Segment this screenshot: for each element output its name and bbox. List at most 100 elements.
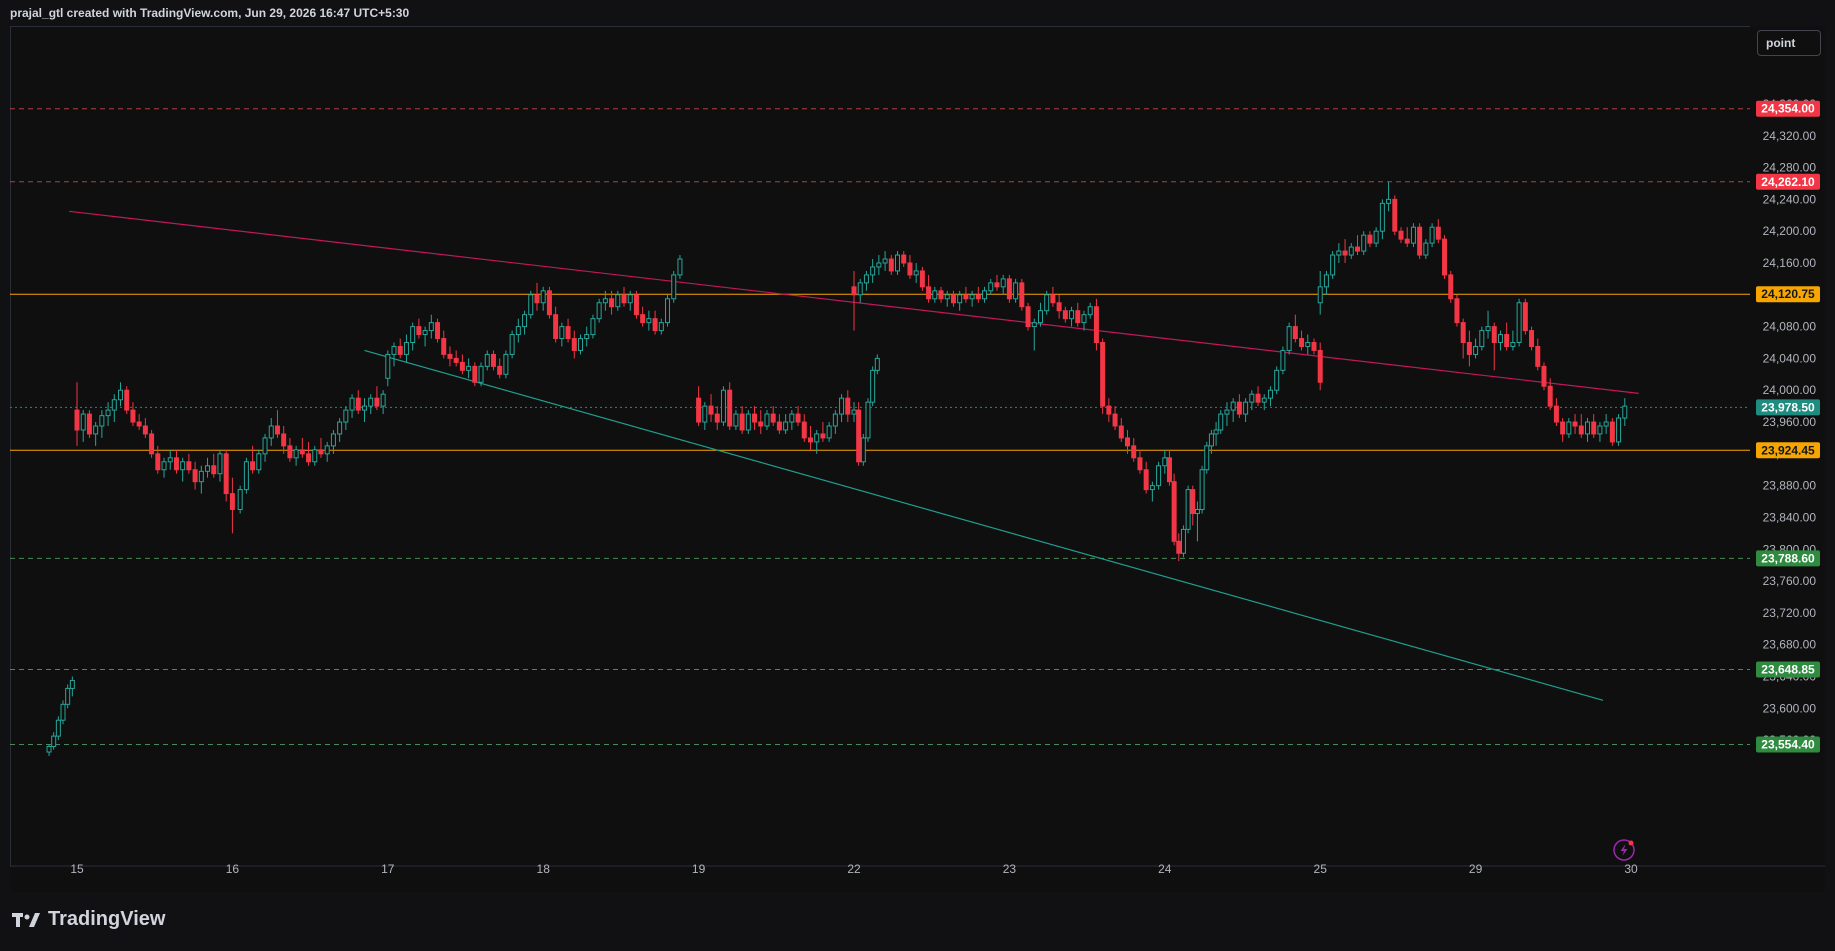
candle-body bbox=[1156, 465, 1162, 487]
candle bbox=[1504, 322, 1510, 351]
candle-body bbox=[217, 453, 223, 475]
candle bbox=[851, 402, 857, 423]
candle bbox=[1479, 326, 1485, 351]
candle-body bbox=[1466, 342, 1472, 355]
candle bbox=[1622, 398, 1628, 426]
candle-body bbox=[1025, 306, 1031, 328]
lightning-icon[interactable] bbox=[1613, 839, 1635, 861]
candle bbox=[484, 350, 490, 371]
candle-body bbox=[1448, 274, 1454, 300]
candle-body bbox=[1112, 413, 1118, 427]
time-axis[interactable]: 15 16 17 18 19 22 23 24 25 29 30 bbox=[10, 862, 1825, 892]
price-tick-label: 23,680.00 bbox=[1763, 638, 1817, 652]
candle-body bbox=[758, 421, 764, 427]
candle bbox=[1118, 418, 1124, 442]
candle bbox=[1609, 418, 1615, 446]
candle-body bbox=[863, 274, 869, 284]
candle bbox=[807, 426, 813, 450]
scale-mode-button[interactable]: point bbox=[1757, 30, 1821, 56]
candle-body bbox=[130, 409, 136, 423]
candle bbox=[1199, 465, 1205, 514]
candle-body bbox=[1460, 322, 1466, 344]
candle bbox=[1448, 270, 1454, 303]
candle-body bbox=[540, 290, 546, 304]
candle-body bbox=[882, 258, 888, 264]
candle-body bbox=[1591, 421, 1597, 435]
candle-body bbox=[950, 294, 956, 304]
candle bbox=[1404, 227, 1410, 248]
candle-body bbox=[1118, 425, 1124, 439]
candle bbox=[368, 394, 374, 415]
candle-body bbox=[577, 338, 583, 351]
candle bbox=[243, 457, 249, 494]
time-tick-label: 25 bbox=[1314, 862, 1328, 876]
candle bbox=[136, 414, 142, 430]
candle bbox=[988, 278, 994, 295]
candle bbox=[856, 402, 862, 466]
candle-body bbox=[895, 254, 901, 272]
candle bbox=[509, 330, 515, 359]
candle-body bbox=[1180, 528, 1186, 554]
candle-body bbox=[615, 294, 621, 308]
candle bbox=[926, 274, 932, 303]
candle-body bbox=[74, 409, 80, 431]
candle bbox=[770, 406, 776, 426]
candle bbox=[111, 394, 117, 423]
tradingview-logo[interactable]: TradingView bbox=[12, 908, 165, 931]
candle bbox=[1180, 525, 1186, 558]
candle bbox=[789, 410, 795, 430]
candle bbox=[882, 251, 888, 271]
candle-body bbox=[192, 469, 198, 483]
candle bbox=[503, 350, 509, 379]
candle-body bbox=[111, 399, 117, 411]
candle bbox=[198, 465, 204, 494]
candle-body bbox=[198, 470, 204, 483]
price-tick-label: 23,840.00 bbox=[1763, 510, 1817, 524]
brand-name: TradingView bbox=[48, 908, 166, 930]
candle bbox=[223, 449, 229, 502]
candle-body bbox=[963, 294, 969, 300]
level-price-label: 23,978.50 bbox=[1756, 399, 1820, 416]
candle-body bbox=[46, 745, 52, 753]
level-price-label: 23,648.85 bbox=[1756, 661, 1820, 678]
candle bbox=[1442, 235, 1448, 279]
candle bbox=[1597, 422, 1603, 442]
candle-body bbox=[839, 397, 845, 415]
candle-body bbox=[1056, 302, 1062, 312]
candle-body bbox=[472, 365, 478, 383]
candle bbox=[180, 457, 186, 482]
candle-body bbox=[571, 338, 577, 351]
candle bbox=[1062, 306, 1068, 323]
candle bbox=[1093, 298, 1099, 351]
candle bbox=[944, 290, 950, 307]
time-tick-label: 17 bbox=[381, 862, 395, 876]
candle-body bbox=[318, 449, 324, 455]
candle-body bbox=[1006, 278, 1012, 300]
candle-body bbox=[1213, 429, 1219, 435]
candle bbox=[658, 318, 664, 335]
candle-body bbox=[243, 461, 249, 491]
candle bbox=[1410, 223, 1416, 248]
candle bbox=[895, 251, 901, 275]
candle-body bbox=[428, 322, 434, 332]
candle-body bbox=[1171, 481, 1177, 542]
candle-body bbox=[975, 294, 981, 300]
candlestick-chart[interactable]: 24,360.0024,320.0024,280.0024,240.0024,2… bbox=[10, 26, 1825, 892]
candle bbox=[1485, 310, 1491, 339]
candle bbox=[1185, 485, 1191, 534]
candle bbox=[665, 294, 671, 327]
candle bbox=[447, 346, 453, 367]
price-axis[interactable]: 24,360.0024,320.0024,280.0024,240.0024,2… bbox=[1750, 26, 1825, 892]
candle-body bbox=[69, 679, 75, 689]
candle-body bbox=[1075, 310, 1081, 324]
candle bbox=[1274, 366, 1280, 395]
candle bbox=[74, 382, 80, 446]
candle bbox=[696, 386, 702, 426]
candle bbox=[874, 354, 880, 375]
candle-body bbox=[374, 397, 380, 407]
candle-body bbox=[1204, 445, 1210, 471]
candle bbox=[105, 402, 111, 426]
candle-body bbox=[330, 433, 336, 447]
candle-body bbox=[1516, 302, 1522, 344]
candle-body bbox=[1392, 198, 1398, 232]
